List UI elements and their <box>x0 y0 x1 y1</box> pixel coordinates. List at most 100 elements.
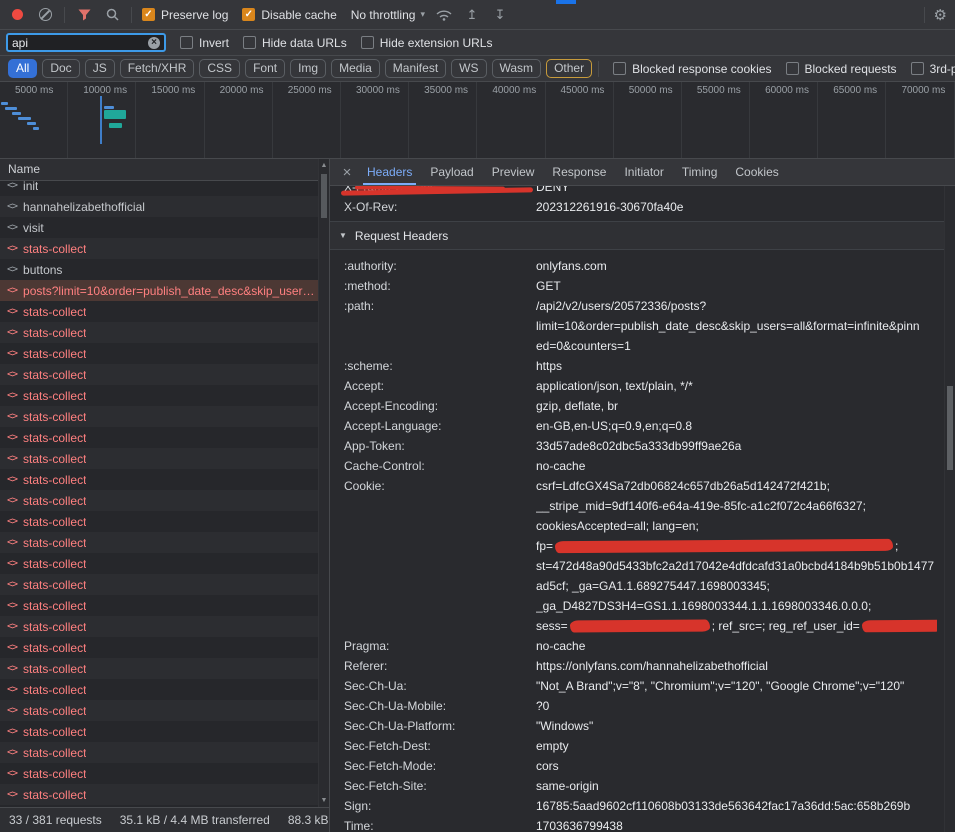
filter-input[interactable] <box>12 36 144 50</box>
filter-toggle-button[interactable] <box>75 6 93 24</box>
list-item[interactable]: <>stats-collect <box>0 658 318 679</box>
header-value-line: ed=0&counters=1 <box>536 336 937 356</box>
list-item[interactable]: <>stats-collect <box>0 343 318 364</box>
list-item[interactable]: <>stats-collect <box>0 637 318 658</box>
close-icon[interactable]: × <box>336 164 358 181</box>
network-conditions-button[interactable] <box>435 6 453 24</box>
filter-pill-js[interactable]: JS <box>85 59 115 78</box>
name-column-header[interactable]: Name <box>0 159 329 181</box>
filter-pill-ws[interactable]: WS <box>451 59 486 78</box>
list-item[interactable]: <>stats-collect <box>0 763 318 784</box>
list-item[interactable]: <>stats-collect <box>0 616 318 637</box>
scroll-up-icon[interactable]: ▲ <box>319 162 329 169</box>
tab-response[interactable]: Response <box>543 159 615 185</box>
throttling-select[interactable]: No throttling ▾ <box>351 8 425 22</box>
header-value-line: cors <box>536 756 937 776</box>
list-item[interactable]: <>stats-collect <box>0 322 318 343</box>
list-item[interactable]: <>stats-collect <box>0 301 318 322</box>
settings-gear-icon[interactable]: ⚙ <box>934 6 947 24</box>
hide-data-urls-checkbox[interactable] <box>243 36 256 49</box>
list-item[interactable]: <>stats-collect <box>0 427 318 448</box>
list-item[interactable]: <>stats-collect <box>0 784 318 805</box>
scrollbar-thumb[interactable] <box>947 386 953 470</box>
filter-pill-font[interactable]: Font <box>245 59 285 78</box>
timeline-tick-label: 30000 ms <box>341 85 408 96</box>
filter-pill-wasm[interactable]: Wasm <box>492 59 542 78</box>
tab-headers[interactable]: Headers <box>358 159 421 185</box>
request-headers-section-header[interactable]: ▼ Request Headers <box>330 222 955 250</box>
search-button[interactable] <box>103 6 121 24</box>
timeline-tick-label: 10000 ms <box>68 85 135 96</box>
network-overview-timeline[interactable]: 5000 ms10000 ms15000 ms20000 ms25000 ms3… <box>0 82 955 159</box>
filter-pill-doc[interactable]: Doc <box>42 59 79 78</box>
list-item[interactable]: <>visit <box>0 217 318 238</box>
request-name: stats-collect <box>23 515 86 529</box>
checkbox-invert[interactable]: Invert <box>180 36 229 50</box>
scroll-down-icon[interactable]: ▼ <box>319 797 329 804</box>
request-detail-panel: × HeadersPayloadPreviewResponseInitiator… <box>330 159 955 832</box>
header-row: Sec-Ch-Ua:"Not_A Brand";v="8", "Chromium… <box>344 676 937 696</box>
checkbox-preserve-log[interactable]: ✓Preserve log <box>142 8 228 22</box>
filter-pill-all[interactable]: All <box>8 59 37 78</box>
filter-pill-manifest[interactable]: Manifest <box>385 59 446 78</box>
list-item[interactable]: <>stats-collect <box>0 511 318 532</box>
list-item[interactable]: <>stats-collect <box>0 721 318 742</box>
script-icon: <> <box>7 243 17 254</box>
script-icon: <> <box>7 579 17 590</box>
filter-pill-css[interactable]: CSS <box>199 59 240 78</box>
filter-pill-fetch-xhr[interactable]: Fetch/XHR <box>120 59 195 78</box>
list-item[interactable]: <>stats-collect <box>0 469 318 490</box>
list-item[interactable]: <>stats-collect <box>0 742 318 763</box>
timeline-tick: 50000 ms <box>614 82 682 158</box>
tab-preview[interactable]: Preview <box>483 159 544 185</box>
list-item[interactable]: <>stats-collect <box>0 700 318 721</box>
record-button[interactable] <box>8 6 26 24</box>
preserve-log-checkbox[interactable]: ✓ <box>142 8 155 21</box>
header-value: en-GB,en-US;q=0.9,en;q=0.8 <box>536 416 937 436</box>
invert-checkbox[interactable] <box>180 36 193 49</box>
list-item[interactable]: <>stats-collect <box>0 364 318 385</box>
list-item[interactable]: <>stats-collect <box>0 490 318 511</box>
list-item[interactable]: <>posts?limit=10&order=publish_date_desc… <box>0 280 318 301</box>
list-item[interactable]: <>init <box>0 181 318 196</box>
list-item[interactable]: <>stats-collect <box>0 238 318 259</box>
header-value-line: en-GB,en-US;q=0.9,en;q=0.8 <box>536 416 937 436</box>
checkbox-3rd-party-requests[interactable]: 3rd-party requests <box>911 62 955 76</box>
checkbox-blocked-response-cookies[interactable]: Blocked response cookies <box>613 62 771 76</box>
import-har-button[interactable]: ↥ <box>463 6 481 24</box>
checkbox-blocked-requests[interactable]: Blocked requests <box>786 62 897 76</box>
tab-timing[interactable]: Timing <box>673 159 727 185</box>
list-item[interactable]: <>stats-collect <box>0 574 318 595</box>
list-item[interactable]: <>hannahelizabethofficial <box>0 196 318 217</box>
tab-initiator[interactable]: Initiator <box>615 159 672 185</box>
export-har-button[interactable]: ↧ <box>491 6 509 24</box>
clear-filter-icon[interactable]: × <box>148 37 160 49</box>
blocked-requests-checkbox[interactable] <box>786 62 799 75</box>
scrollbar-thumb[interactable] <box>321 174 327 218</box>
3rd-party-requests-checkbox[interactable] <box>911 62 924 75</box>
list-item[interactable]: <>stats-collect <box>0 595 318 616</box>
list-item[interactable]: <>stats-collect <box>0 679 318 700</box>
checkbox-disable-cache[interactable]: ✓Disable cache <box>242 8 336 22</box>
checkbox-hide-data-urls[interactable]: Hide data URLs <box>243 36 347 50</box>
filter-pill-img[interactable]: Img <box>290 59 326 78</box>
hide-extension-urls-checkbox[interactable] <box>361 36 374 49</box>
checkbox-hide-extension-urls[interactable]: Hide extension URLs <box>361 36 493 50</box>
list-item[interactable]: <>stats-collect <box>0 532 318 553</box>
list-item[interactable]: <>buttons <box>0 259 318 280</box>
tab-cookies[interactable]: Cookies <box>726 159 787 185</box>
disable-cache-checkbox[interactable]: ✓ <box>242 8 255 21</box>
filter-pill-media[interactable]: Media <box>331 59 380 78</box>
script-icon: <> <box>7 789 17 800</box>
detail-scrollbar[interactable] <box>944 186 955 832</box>
list-item[interactable]: <>stats-collect <box>0 406 318 427</box>
list-item[interactable]: <>stats-collect <box>0 448 318 469</box>
list-item[interactable]: <>stats-collect <box>0 553 318 574</box>
clear-network-log-button[interactable] <box>36 6 54 24</box>
requests-scrollbar[interactable]: ▲ ▼ <box>318 159 329 807</box>
blocked-response-cookies-checkbox[interactable] <box>613 62 626 75</box>
tab-payload[interactable]: Payload <box>421 159 482 185</box>
list-item[interactable]: <>stats-collect <box>0 385 318 406</box>
filter-pill-other[interactable]: Other <box>546 59 592 78</box>
waterfall-bar <box>27 122 36 125</box>
